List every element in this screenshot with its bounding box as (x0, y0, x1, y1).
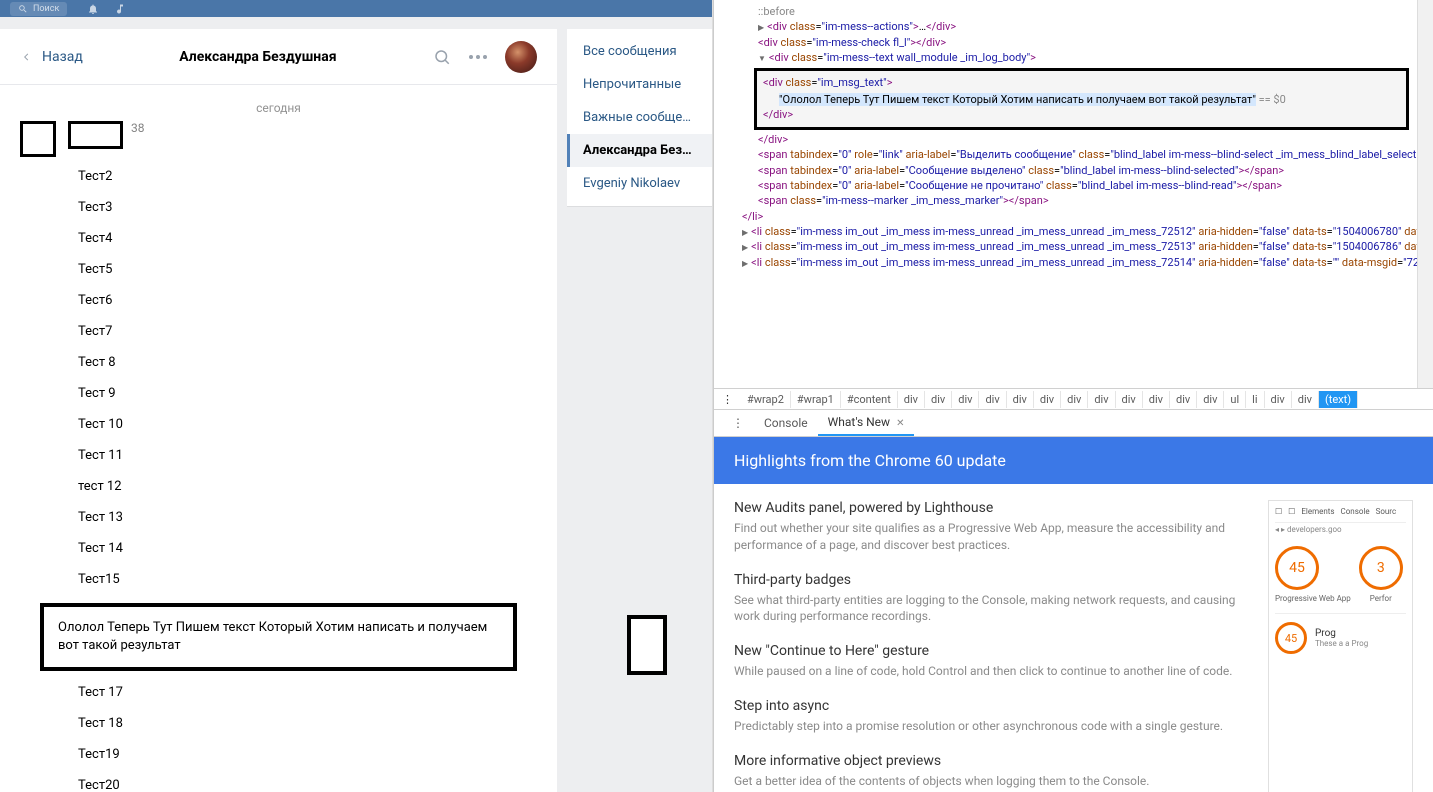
search-icon (18, 4, 28, 14)
breadcrumb-item[interactable]: #wrap2 (741, 391, 791, 408)
breadcrumb-item[interactable]: div (979, 391, 1006, 408)
message-text[interactable]: Тест 13 (0, 506, 557, 537)
sidebar-item[interactable]: Александра Бездушная (567, 134, 712, 167)
drawer-menu-icon[interactable]: ⋮ (722, 416, 754, 430)
message-text[interactable]: Тест 9 (0, 382, 557, 413)
tab-console[interactable]: Console (754, 411, 818, 435)
breadcrumb-item[interactable]: div (1007, 391, 1034, 408)
breadcrumb-item[interactable]: #content (841, 391, 898, 408)
message-sender-redacted (68, 121, 123, 149)
chat-column: Назад Александра Бездушная сегодня 38 Те… (0, 29, 557, 792)
search-placeholder: Поиск (33, 4, 59, 14)
breadcrumb-overflow[interactable]: ⋮ (714, 393, 741, 406)
drawer-tabs: ⋮ Console What's New✕ (714, 410, 1433, 437)
breadcrumb-item[interactable]: div (1143, 391, 1170, 408)
whatsnew-preview: ☐☐ Elements Console Sourc ◂ ▸ developers… (1268, 500, 1413, 792)
message-text[interactable]: Тест15 (0, 568, 557, 599)
message-text[interactable]: Тест 18 (0, 712, 557, 743)
message-text[interactable]: Тест 8 (0, 351, 557, 382)
message-text[interactable]: Тест 10 (0, 413, 557, 444)
message-text[interactable]: Тест7 (0, 320, 557, 351)
message-text[interactable]: Тест4 (0, 227, 557, 258)
back-button[interactable]: Назад (20, 49, 83, 65)
chat-avatar[interactable] (505, 41, 537, 73)
breadcrumb-item[interactable]: div (952, 391, 979, 408)
sidebar-item[interactable]: Evgeniy Nikolaev (567, 167, 712, 200)
breadcrumb-item[interactable]: li (1246, 391, 1264, 408)
close-icon[interactable]: ✕ (896, 418, 904, 429)
search-chat-icon[interactable] (433, 48, 451, 66)
chat-title[interactable]: Александра Бездушная (83, 49, 433, 65)
chat-body[interactable]: сегодня 38 Тест2Тест3Тест4Тест5Тест6Тест… (0, 85, 557, 792)
message-header: 38 (0, 121, 557, 157)
breadcrumb-item[interactable]: div (1265, 391, 1292, 408)
bell-icon[interactable] (87, 3, 99, 15)
selected-element-highlight[interactable]: <div class="im_msg_text"> "Ололол Теперь… (754, 68, 1409, 130)
breadcrumb-item[interactable]: div (925, 391, 952, 408)
redacted-float-box (627, 615, 667, 675)
message-text[interactable]: Тест5 (0, 258, 557, 289)
message-avatar-redacted (20, 121, 56, 157)
back-label: Назад (42, 49, 83, 65)
devtools-panel: ::before <div class="im-mess--actions">…… (713, 0, 1433, 792)
elements-scrollbar[interactable] (1417, 0, 1433, 388)
breadcrumb-item[interactable]: div (898, 391, 925, 408)
whatsnew-item[interactable]: Third-party badgesSee what third-party e… (734, 572, 1254, 626)
message-text[interactable]: Тест 14 (0, 537, 557, 568)
message-text[interactable]: Тест19 (0, 743, 557, 774)
message-text[interactable]: Тест6 (0, 289, 557, 320)
breadcrumb-item[interactable]: div (1116, 391, 1143, 408)
chevron-left-icon (20, 51, 32, 63)
breadcrumb-item[interactable]: div (1292, 391, 1319, 408)
message-text[interactable]: Тест 17 (0, 681, 557, 712)
sidebar-item[interactable]: Все сообщения (567, 35, 712, 68)
message-time: 38 (131, 121, 145, 135)
date-separator: сегодня (0, 95, 557, 121)
whatsnew-banner: Highlights from the Chrome 60 update (714, 437, 1433, 484)
highlighted-message[interactable]: Ололол Теперь Тут Пишем текст Который Хо… (40, 603, 517, 671)
sidebar-item[interactable]: Важные сообщения (567, 101, 712, 134)
vk-messenger-panel: Поиск Назад Александра Бездушная (0, 0, 713, 792)
message-text[interactable]: тест 12 (0, 475, 557, 506)
message-text[interactable]: Тест3 (0, 196, 557, 227)
sidebar-item[interactable]: Непрочитанные (567, 68, 712, 101)
search-input[interactable]: Поиск (10, 2, 67, 16)
whatsnew-panel[interactable]: Highlights from the Chrome 60 update New… (714, 437, 1433, 792)
whatsnew-item[interactable]: More informative object previewsGet a be… (734, 753, 1254, 790)
whatsnew-item[interactable]: New "Continue to Here" gestureWhile paus… (734, 643, 1254, 680)
message-text[interactable]: Тест2 (0, 165, 557, 196)
vk-topbar: Поиск (0, 0, 712, 17)
breadcrumb-item[interactable]: ul (1224, 391, 1246, 408)
message-text[interactable]: Тест 11 (0, 444, 557, 475)
breadcrumb-item[interactable]: div (1197, 391, 1224, 408)
breadcrumb-item[interactable]: div (1061, 391, 1088, 408)
chat-header: Назад Александра Бездушная (0, 29, 557, 85)
breadcrumb-item[interactable]: (text) (1319, 391, 1358, 408)
dom-breadcrumb[interactable]: ⋮ #wrap2#wrap1#contentdivdivdivdivdivdiv… (714, 388, 1433, 410)
breadcrumb-item[interactable]: div (1170, 391, 1197, 408)
more-menu-button[interactable] (469, 55, 487, 59)
breadcrumb-item[interactable]: div (1034, 391, 1061, 408)
message-text[interactable]: Тест20 (0, 774, 557, 792)
music-icon[interactable] (114, 3, 126, 15)
breadcrumb-item[interactable]: div (1088, 391, 1115, 408)
elements-tree[interactable]: ::before <div class="im-mess--actions">…… (714, 0, 1417, 388)
breadcrumb-item[interactable]: #wrap1 (791, 391, 841, 408)
tab-whatsnew[interactable]: What's New✕ (818, 410, 915, 436)
conversations-sidebar: Все сообщенияНепрочитанныеВажные сообщен… (567, 29, 712, 792)
whatsnew-item[interactable]: Step into asyncPredictably step into a p… (734, 698, 1254, 735)
whatsnew-item[interactable]: New Audits panel, powered by LighthouseF… (734, 500, 1254, 554)
